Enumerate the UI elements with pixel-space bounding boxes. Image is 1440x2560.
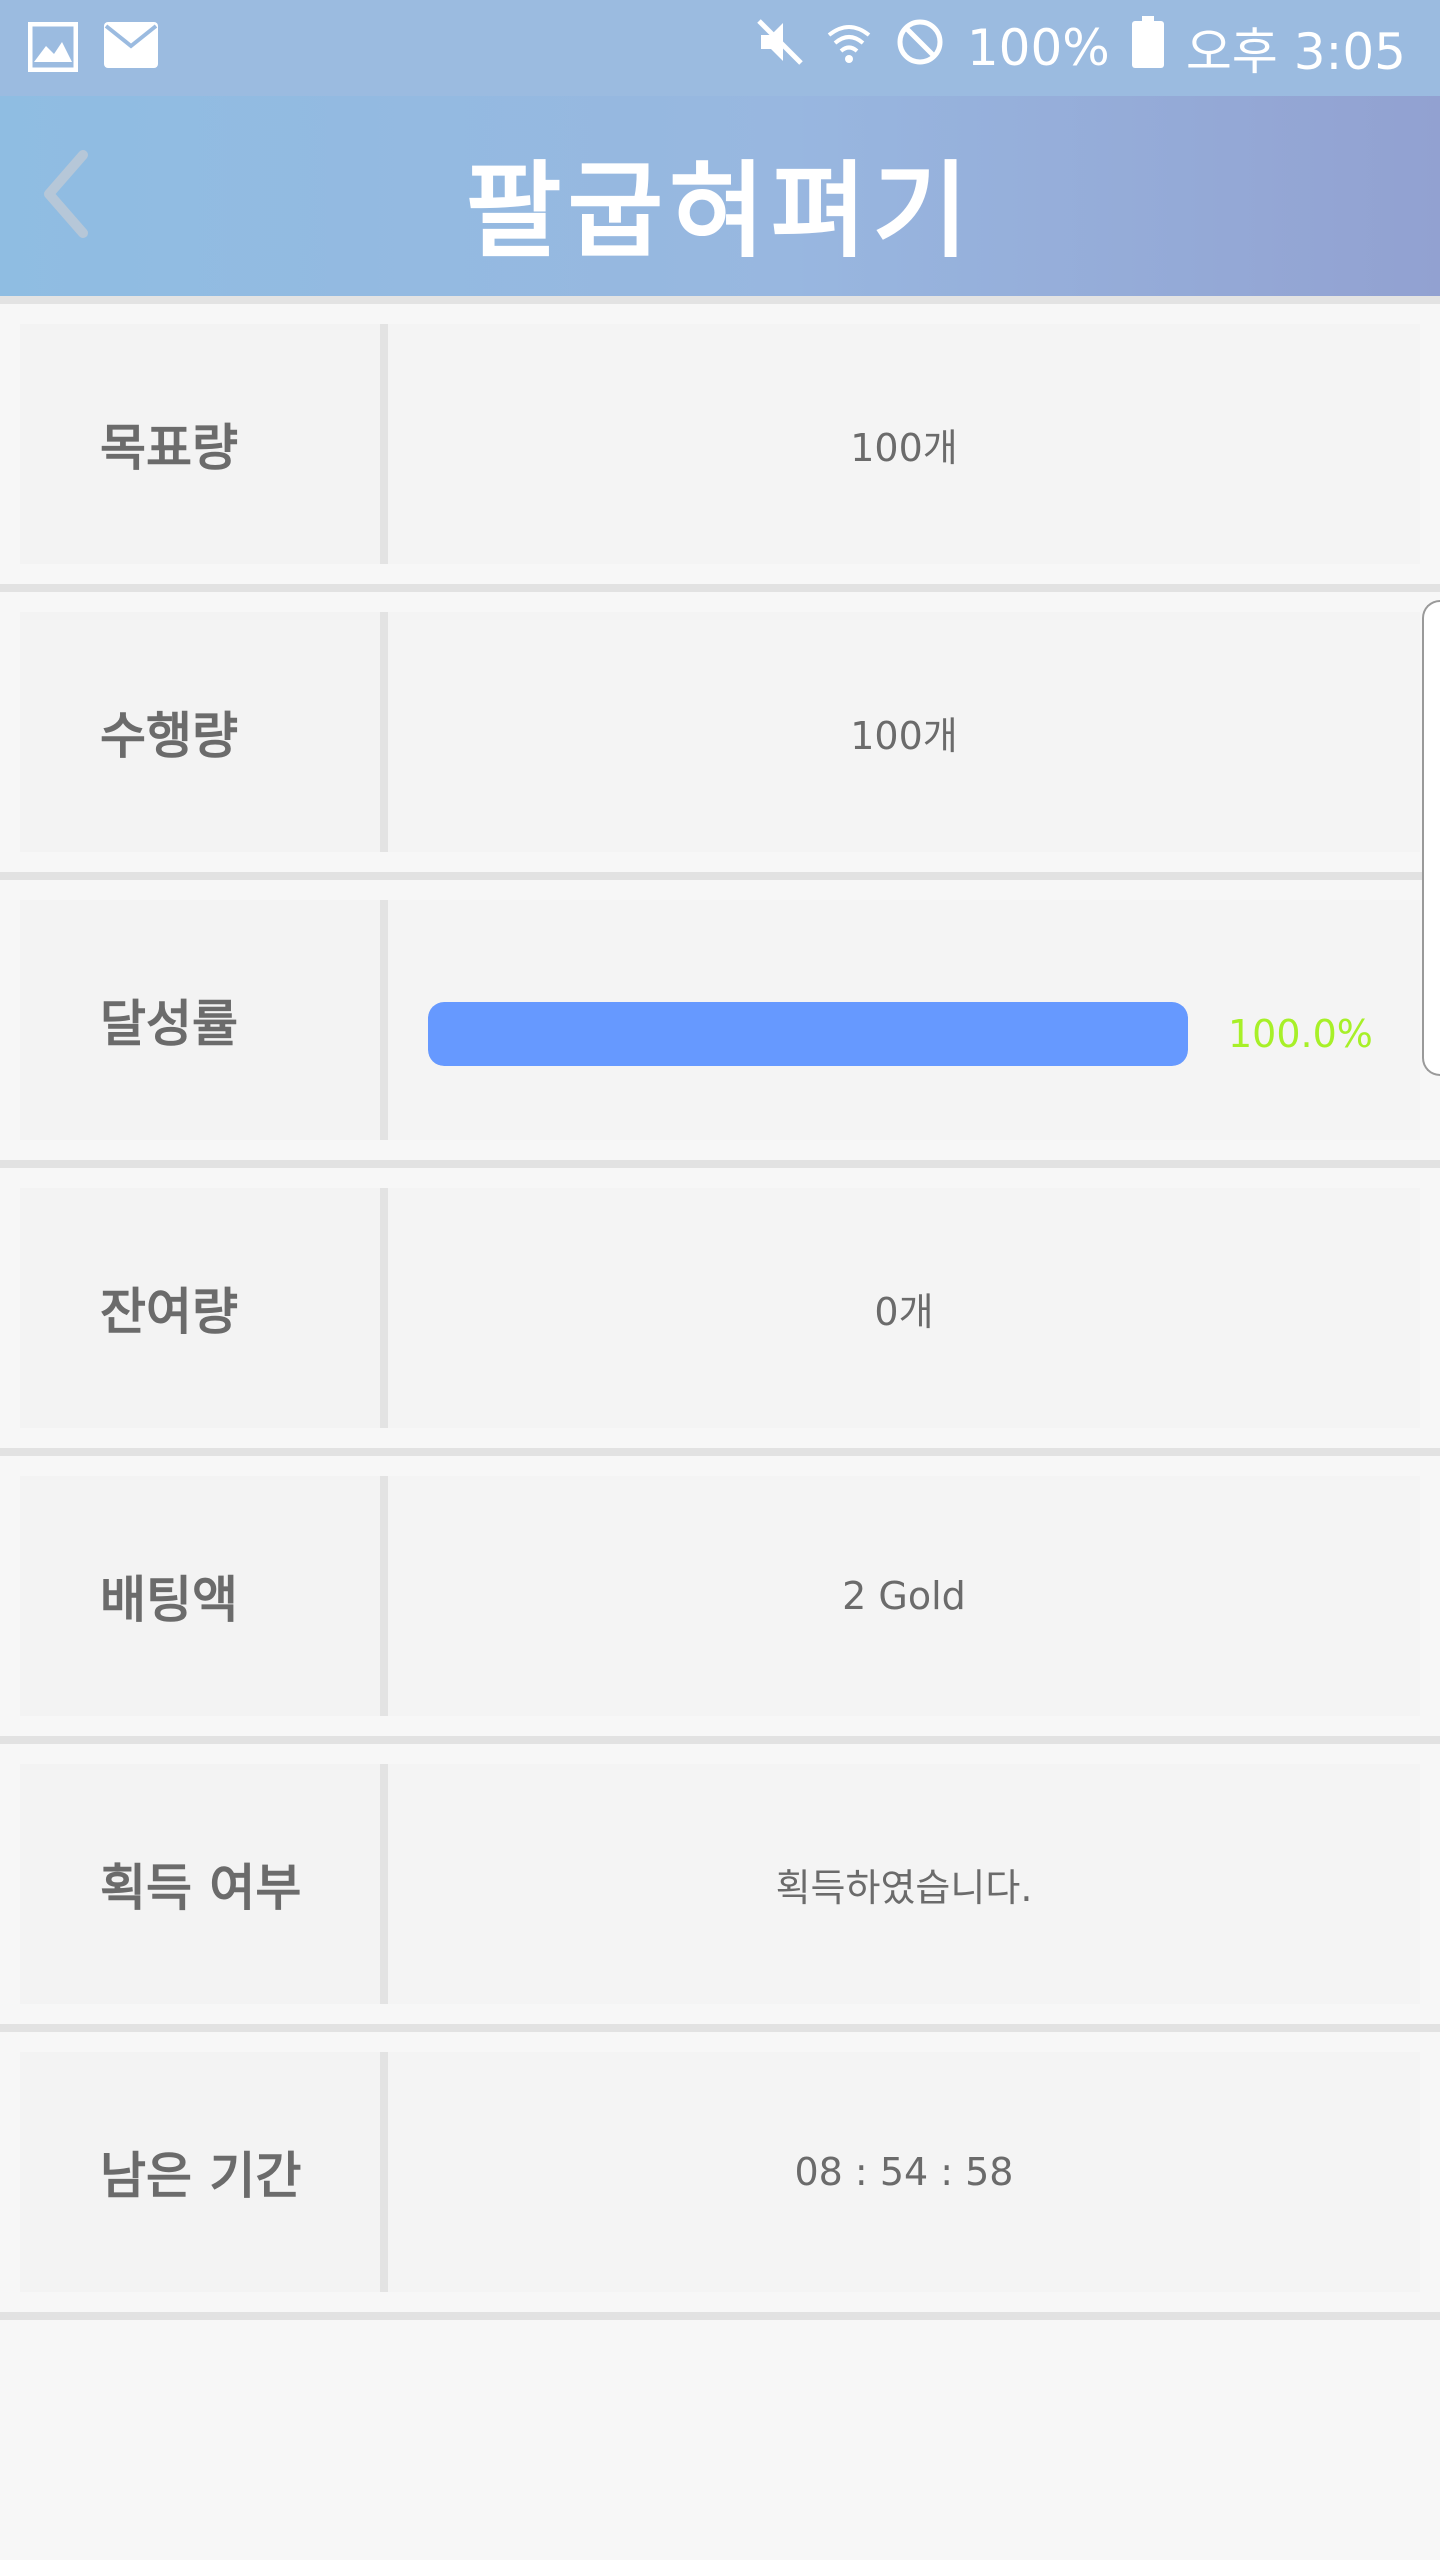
status-bar: 100% 오후 3:05 [0, 0, 1440, 96]
row-time-left: 남은 기간 08 : 54 : 58 [0, 2032, 1440, 2320]
wifi-icon [825, 17, 873, 79]
column-divider [380, 900, 388, 1140]
row-label: 배팅액 [20, 1476, 380, 1716]
row-bet: 배팅액 2 Gold [0, 1456, 1440, 1744]
battery-icon [1131, 16, 1164, 80]
mail-icon [104, 22, 158, 76]
header-divider [0, 296, 1440, 304]
row-divider [0, 2312, 1440, 2320]
progress-fill [428, 1002, 1188, 1066]
column-divider [380, 324, 388, 564]
battery-percent: 100% [966, 19, 1110, 77]
row-remaining: 잔여량 0개 [0, 1168, 1440, 1456]
row-label: 달성률 [20, 900, 380, 1140]
row-achievement: 달성률 100.0% [0, 880, 1440, 1168]
column-divider [380, 612, 388, 852]
row-divider [0, 2024, 1440, 2032]
row-performed: 수행량 100개 [0, 592, 1440, 880]
row-value: 0개 [388, 1188, 1420, 1428]
row-value: 100개 [388, 612, 1420, 852]
column-divider [380, 1188, 388, 1428]
column-divider [380, 1764, 388, 2004]
row-acquired: 획득 여부 획득하였습니다. [0, 1744, 1440, 2032]
progress-container: 100.0% [388, 900, 1420, 1140]
progress-bar [428, 1002, 1188, 1066]
column-divider [380, 2052, 388, 2292]
header-bar: 팔굽혀펴기 [0, 96, 1440, 296]
row-target: 목표량 100개 [0, 304, 1440, 592]
row-value: 08 : 54 : 58 [388, 2052, 1420, 2292]
progress-percent: 100.0% [1228, 1012, 1373, 1056]
row-label: 목표량 [20, 324, 380, 564]
clock: 오후 3:05 [1185, 23, 1406, 81]
row-value: 획득하였습니다. [388, 1764, 1420, 2004]
row-label: 잔여량 [20, 1188, 380, 1428]
row-value: 100개 [388, 324, 1420, 564]
gallery-icon [27, 21, 79, 76]
row-divider [0, 872, 1440, 880]
row-value: 100.0% [388, 900, 1420, 1140]
row-label: 수행량 [20, 612, 380, 852]
column-divider [380, 1476, 388, 1716]
row-label: 획득 여부 [20, 1764, 380, 2004]
mute-icon [757, 17, 803, 79]
blocked-icon [895, 17, 945, 79]
row-divider [0, 1736, 1440, 1744]
row-label: 남은 기간 [20, 2052, 380, 2292]
row-divider [0, 1448, 1440, 1456]
edge-panel-handle[interactable] [1422, 600, 1440, 1076]
row-value: 2 Gold [388, 1476, 1420, 1716]
page-title: 팔굽혀펴기 [465, 150, 975, 272]
row-divider [0, 1160, 1440, 1168]
row-divider [0, 584, 1440, 592]
detail-table: 목표량 100개 수행량 100개 달성률 100.0% 잔여량 0개 배팅액 [0, 304, 1440, 2320]
